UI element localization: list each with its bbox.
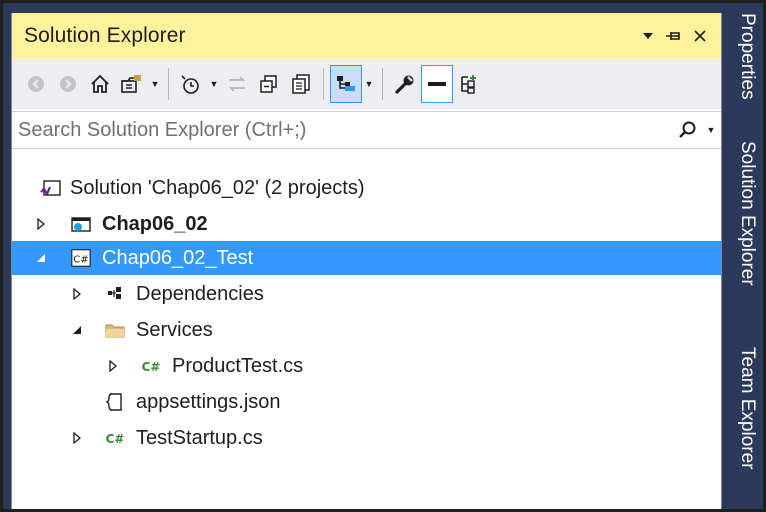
panel-title: Solution Explorer xyxy=(24,24,186,47)
forward-icon xyxy=(60,76,76,92)
tree-item-chap06-02-test[interactable]: C# Chap06_02_Test xyxy=(12,241,721,275)
tree-item-dependencies[interactable]: Dependencies xyxy=(12,277,721,311)
svg-text:C#: C# xyxy=(142,360,161,374)
panel-title-bar: Solution Explorer xyxy=(12,13,721,59)
tree-item-chap06-02[interactable]: Chap06_02 xyxy=(12,207,721,241)
tree-item-label: Chap06_02_Test xyxy=(102,246,254,269)
toolbar: ▼ ▼ ▼ xyxy=(12,59,721,109)
toolbar-separator xyxy=(168,68,169,100)
new-solution-explorer-view-icon xyxy=(461,75,476,94)
tree-item-label: TestStartup.cs xyxy=(136,426,263,449)
properties-button[interactable] xyxy=(389,66,421,102)
tree-item-appsettings[interactable]: appsettings.json xyxy=(12,385,721,419)
window-position-dropdown-button[interactable] xyxy=(637,21,659,51)
back-icon xyxy=(28,76,44,92)
tree-item-label: Services xyxy=(136,318,213,341)
tree-item-solution[interactable]: Solution 'Chap06_02' (2 projects) xyxy=(12,171,721,205)
preview-dropdown[interactable]: ▼ xyxy=(362,79,376,89)
expand-arrow-icon[interactable] xyxy=(34,216,48,232)
properties-icon xyxy=(395,75,414,94)
web-project-icon xyxy=(70,213,92,235)
toolbar-separator xyxy=(323,68,324,100)
collapse-arrow-icon[interactable] xyxy=(70,322,84,338)
back-button[interactable] xyxy=(20,66,52,102)
switch-views-button[interactable] xyxy=(116,66,148,102)
dependencies-icon xyxy=(104,283,126,305)
switch-views-dropdown[interactable]: ▼ xyxy=(148,79,162,89)
json-file-icon xyxy=(104,391,126,413)
pending-changes-filter-icon xyxy=(181,75,199,94)
close-icon xyxy=(694,30,706,42)
switch-views-icon xyxy=(121,75,141,93)
expand-arrow-icon[interactable] xyxy=(70,430,84,446)
toolbar-separator xyxy=(382,68,383,100)
active-document-icon xyxy=(428,82,446,86)
sync-with-document-icon xyxy=(228,76,246,92)
solution-explorer-panel: Solution Explorer ▼ ▼ ▼ Search Solution … xyxy=(11,13,722,512)
tree-item-label: Chap06_02 xyxy=(102,212,208,235)
folder-icon xyxy=(104,319,126,341)
active-document-button[interactable] xyxy=(421,65,453,103)
tree-item-label: Solution 'Chap06_02' (2 projects) xyxy=(70,176,365,199)
show-all-files-icon xyxy=(292,74,310,94)
tree-item-services[interactable]: Services xyxy=(12,313,721,347)
search-input[interactable]: Search Solution Explorer (Ctrl+;) xyxy=(18,119,675,142)
preview-selected-items-icon xyxy=(337,76,355,91)
tree-item-label: appsettings.json xyxy=(136,390,281,413)
tree-item-producttest[interactable]: C# ProductTest.cs xyxy=(12,349,721,383)
svg-text:C#: C# xyxy=(73,255,88,266)
collapse-all-button[interactable] xyxy=(253,66,285,102)
tree-item-teststartup[interactable]: C# TestStartup.cs xyxy=(12,421,721,455)
pending-changes-filter-button[interactable] xyxy=(175,66,207,102)
svg-text:C#: C# xyxy=(106,432,125,446)
tab-team-explorer[interactable]: Team Explorer xyxy=(724,347,766,512)
tab-properties[interactable]: Properties xyxy=(724,13,766,131)
show-all-files-button[interactable] xyxy=(285,66,317,102)
search-button[interactable] xyxy=(675,120,701,140)
side-tab-strip: Properties Solution Explorer Team Explor… xyxy=(724,13,766,512)
csharp-file-icon: C# xyxy=(140,355,162,377)
csharp-project-icon: C# xyxy=(70,247,92,269)
filter-dropdown[interactable]: ▼ xyxy=(207,79,221,89)
tab-solution-explorer[interactable]: Solution Explorer xyxy=(724,141,766,337)
tree-item-label: Dependencies xyxy=(136,282,264,305)
new-solution-explorer-view-button[interactable] xyxy=(453,66,485,102)
pin-button[interactable] xyxy=(663,21,685,51)
collapse-arrow-icon[interactable] xyxy=(34,250,48,266)
tree-item-label: ProductTest.cs xyxy=(172,354,304,377)
home-icon xyxy=(91,74,109,93)
preview-selected-items-button[interactable] xyxy=(330,65,362,103)
forward-button[interactable] xyxy=(52,66,84,102)
collapse-all-icon xyxy=(260,75,277,93)
solution-icon xyxy=(40,177,62,199)
csharp-file-icon: C# xyxy=(104,427,126,449)
search-options-dropdown[interactable]: ▼ xyxy=(701,125,721,135)
pin-icon xyxy=(666,32,680,40)
sync-with-active-document-button[interactable] xyxy=(221,66,253,102)
home-button[interactable] xyxy=(84,66,116,102)
expand-arrow-icon[interactable] xyxy=(106,358,120,374)
search-icon xyxy=(679,121,696,138)
caret-down-icon xyxy=(643,33,653,39)
close-button[interactable] xyxy=(689,21,711,51)
expand-arrow-icon[interactable] xyxy=(70,286,84,302)
search-box[interactable]: Search Solution Explorer (Ctrl+;) ▼ xyxy=(12,111,721,149)
